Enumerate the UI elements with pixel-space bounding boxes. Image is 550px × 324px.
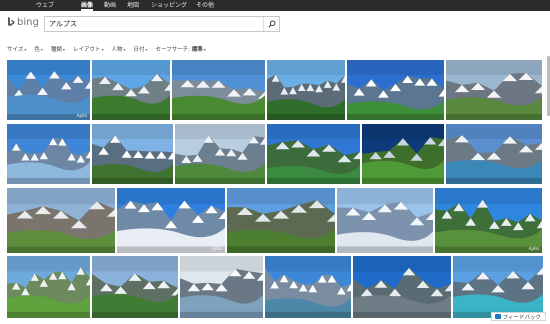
image-thumbnail (267, 124, 360, 184)
image-result-mountain-lake-reflection[interactable] (446, 124, 542, 184)
image-result-alpine-chalet-green[interactable] (7, 256, 90, 318)
image-result-hilltop-chapel-alps[interactable] (92, 256, 178, 318)
image-watermark: Apfel (76, 113, 87, 118)
image-result-snow-peaks-clouds[interactable] (337, 188, 433, 253)
image-result-snowy-ridge-meadow[interactable] (172, 60, 265, 120)
image-thumbnail (7, 256, 90, 318)
image-results-grid: Apfel Apfel Apfel (0, 0, 550, 324)
image-result-snowy-peaks-river[interactable] (265, 256, 351, 318)
image-result-green-valley-peak[interactable] (227, 188, 335, 253)
image-thumbnail (117, 188, 225, 253)
image-result-snowy-peak-forest[interactable] (92, 124, 173, 184)
image-thumbnail (446, 124, 542, 184)
image-result-hiker-mountain-summit[interactable]: Apfel (435, 188, 542, 253)
image-thumbnail (180, 256, 263, 318)
image-thumbnail (92, 124, 173, 184)
image-result-snowy-massif[interactable] (180, 256, 263, 318)
image-thumbnail (7, 124, 90, 184)
image-thumbnail (172, 60, 265, 120)
image-result-ski-resort-gondola[interactable]: Apfel (117, 188, 225, 253)
image-thumbnail (7, 188, 115, 253)
image-result-blue-lake-village[interactable] (267, 124, 360, 184)
image-thumbnail (92, 256, 178, 318)
image-thumbnail (353, 256, 451, 318)
image-result-rocky-mountain-pasture[interactable] (7, 188, 115, 253)
image-thumbnail (227, 188, 335, 253)
image-thumbnail (265, 256, 351, 318)
image-thumbnail (446, 60, 542, 120)
image-watermark: Apfel (528, 246, 539, 251)
bing-image-search-page: ウェブ 画像 動画 地図 ショッピング その他 bing サイズ▾ 色▾ 種類▾… (0, 0, 550, 324)
image-result-matterhorn-forest[interactable] (267, 60, 345, 120)
feedback-label: フィードバック (502, 314, 541, 321)
image-thumbnail (453, 256, 543, 318)
image-result-snowy-range-panorama[interactable] (7, 124, 90, 184)
image-result-alpine-lake-snowy-peaks[interactable]: Apfel (7, 60, 90, 120)
image-thumbnail (175, 124, 265, 184)
image-result-snowy-mountain-grass[interactable] (446, 60, 542, 120)
image-thumbnail (347, 60, 444, 120)
image-result-valley-alpine-village[interactable] (175, 124, 265, 184)
image-result-green-alpine-hillside[interactable] (362, 124, 444, 184)
image-result-village-green-slopes[interactable] (347, 60, 444, 120)
image-thumbnail (435, 188, 542, 253)
image-thumbnail (7, 60, 90, 120)
image-thumbnail (92, 60, 170, 120)
feedback-button[interactable]: フィードバック (490, 312, 546, 321)
image-thumbnail (362, 124, 444, 184)
image-watermark: Apfel (211, 246, 222, 251)
feedback-icon (494, 314, 501, 319)
image-thumbnail (337, 188, 433, 253)
image-result-matterhorn-green-valley[interactable] (92, 60, 170, 120)
image-thumbnail (267, 60, 345, 120)
image-result-distant-snow-range[interactable] (453, 256, 543, 318)
image-result-turquoise-glacial-lake[interactable] (353, 256, 451, 318)
